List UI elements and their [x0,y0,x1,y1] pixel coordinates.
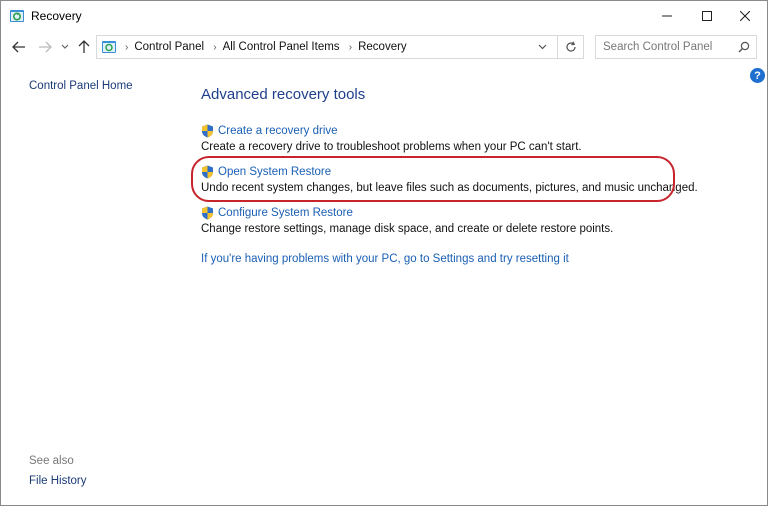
page-heading: Advanced recovery tools [201,86,366,103]
forward-arrow-icon [39,41,52,53]
up-arrow-icon [78,40,90,53]
history-dropdown-icon [61,44,69,49]
maximize-button[interactable] [687,1,727,31]
tool-create-recovery-drive: Create a recovery drive Create a recover… [201,123,582,153]
breadcrumb-recovery[interactable]: Recovery [358,41,407,53]
refresh-icon [565,41,576,52]
configure-system-restore-description: Change restore settings, manage disk spa… [201,223,614,235]
recovery-app-icon [10,10,24,22]
configure-system-restore-link[interactable]: Configure System Restore [201,205,613,221]
shield-icon [202,206,213,220]
tool-configure-system-restore: Configure System Restore Change restore … [201,205,613,235]
recovery-window: Recovery › Control Panel › All Control P… [0,0,768,506]
back-button[interactable] [9,37,29,57]
search-placeholder: Search Control Panel [603,41,713,53]
back-arrow-icon [12,41,25,53]
see-also-label: See also [29,455,74,467]
address-dropdown-button[interactable] [531,37,553,57]
control-panel-home-link[interactable]: Control Panel Home [29,80,133,92]
maximize-icon [702,11,712,21]
refresh-button[interactable] [557,36,583,58]
create-recovery-drive-description: Create a recovery drive to troubleshoot … [201,141,582,153]
breadcrumb-separator-icon: › [125,42,129,53]
recent-locations-button[interactable] [59,37,71,57]
highlight-annotation [191,156,675,202]
forward-button[interactable] [35,37,55,57]
reset-pc-link[interactable]: If you're having problems with your PC, … [201,253,569,265]
shield-icon [202,124,213,138]
close-button[interactable] [725,1,765,31]
address-bar[interactable]: › Control Panel › All Control Panel Items … [96,35,584,59]
chevron-down-icon [538,44,546,50]
file-history-link[interactable]: File History [29,475,87,487]
close-icon [740,11,750,21]
create-recovery-drive-label: Create a recovery drive [218,125,338,137]
create-recovery-drive-link[interactable]: Create a recovery drive [201,123,582,139]
minimize-icon [662,15,672,17]
configure-system-restore-label: Configure System Restore [218,207,353,219]
breadcrumb-separator-icon: › [213,42,217,53]
control-panel-icon [102,41,116,53]
breadcrumb: › Control Panel › All Control Panel Items … [121,41,407,53]
search-box[interactable]: Search Control Panel [595,35,757,59]
breadcrumb-all-items[interactable]: All Control Panel Items [223,41,340,53]
up-button[interactable] [75,37,93,57]
search-icon [738,41,750,53]
minimize-button[interactable] [647,1,687,31]
breadcrumb-separator-icon: › [348,42,353,53]
breadcrumb-control-panel[interactable]: Control Panel [134,41,204,53]
title-bar: Recovery [1,1,767,31]
help-icon[interactable]: ? [750,68,765,83]
navigation-bar: › Control Panel › All Control Panel Items … [1,32,767,62]
window-title: Recovery [31,9,82,23]
